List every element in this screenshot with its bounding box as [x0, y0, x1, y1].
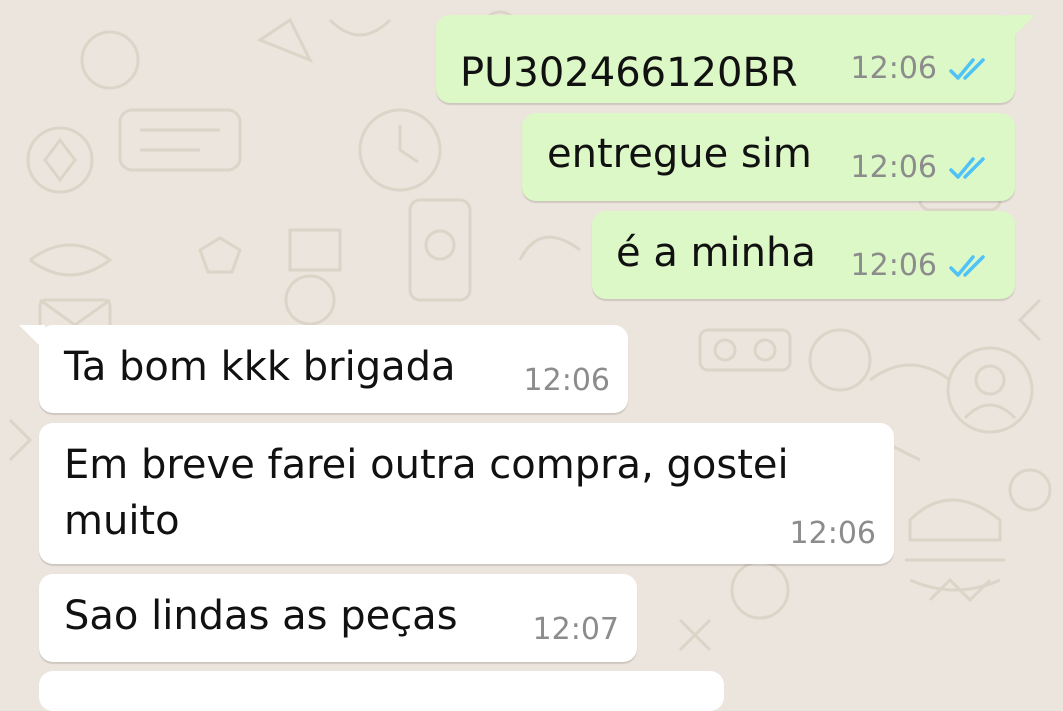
message-text-line: muito: [64, 498, 180, 544]
message-incoming-partial[interactable]: [39, 671, 724, 711]
message-time: 12:06: [523, 363, 610, 398]
message-outgoing[interactable]: é a minha 12:06: [592, 211, 1015, 299]
message-outgoing[interactable]: entregue sim 12:06: [522, 113, 1015, 201]
message-time: 12:06: [850, 51, 937, 86]
message-incoming[interactable]: Em breve farei outra compra, gostei muit…: [39, 423, 894, 564]
message-time: 12:06: [789, 516, 876, 551]
message-meta: 12:06: [790, 516, 876, 552]
message-time: 12:07: [532, 612, 619, 647]
double-check-icon: [949, 55, 993, 83]
message-text: Ta bom kkk brigada: [64, 344, 456, 390]
message-incoming[interactable]: Ta bom kkk brigada 12:06: [19, 325, 628, 413]
message-text: é a minha: [616, 230, 816, 276]
bubble-tail: [1009, 15, 1035, 41]
message-meta: 12:06: [524, 363, 610, 399]
message-text: Sao lindas as peças: [64, 593, 458, 639]
message-text-line: Em breve farei outra compra, gostei: [64, 442, 789, 488]
message-time: 12:06: [850, 248, 937, 283]
message-time: 12:06: [850, 150, 937, 185]
message-meta: 12:06: [851, 248, 993, 284]
message-outgoing[interactable]: PU302466120BR 12:06: [436, 15, 1035, 103]
message-meta: 12:06: [851, 51, 993, 87]
message-meta: 12:07: [533, 612, 619, 648]
double-check-icon: [949, 252, 993, 280]
bubble-tail: [19, 325, 45, 351]
double-check-icon: [949, 154, 993, 182]
message-meta: 12:06: [851, 150, 993, 186]
message-text: entregue sim: [547, 131, 812, 177]
message-incoming[interactable]: Sao lindas as peças 12:07: [39, 574, 637, 662]
message-text: PU302466120BR: [460, 50, 798, 96]
